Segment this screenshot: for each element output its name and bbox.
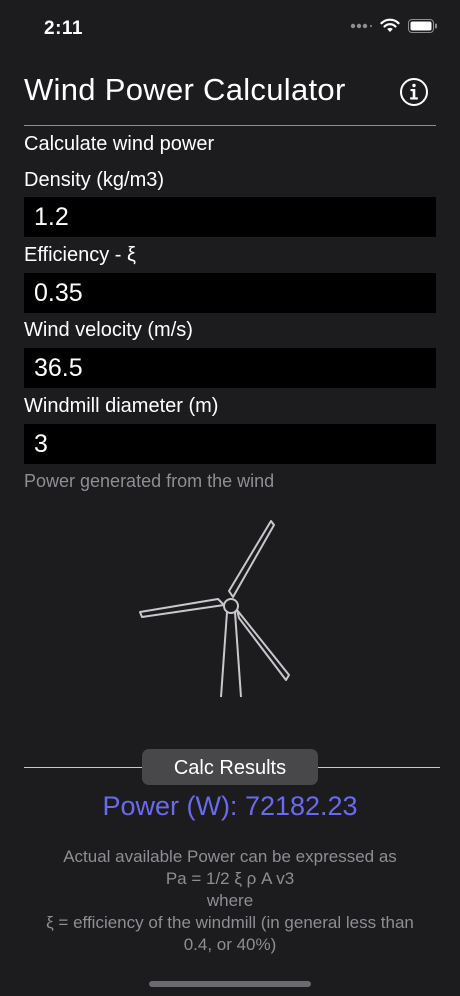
velocity-label: Wind velocity (m/s) — [24, 319, 193, 341]
status-time: 2:11 — [44, 18, 83, 39]
efficiency-label: Efficiency - ξ — [24, 244, 136, 266]
explanation-line: ξ = efficiency of the windmill (in gener… — [46, 913, 414, 954]
battery-icon — [408, 18, 437, 33]
status-bar: 2:11 — [0, 0, 460, 60]
velocity-field[interactable] — [24, 348, 436, 388]
power-result: Power (W): 72182.23 — [102, 791, 358, 821]
density-field[interactable] — [24, 197, 436, 237]
info-icon[interactable] — [399, 77, 429, 107]
efficiency-field[interactable] — [24, 273, 436, 313]
wifi-icon — [380, 18, 400, 32]
formula-line: Pa = 1/2 ξ ρ A v3 — [165, 869, 295, 888]
density-label: Density (kg/m3) — [24, 169, 165, 191]
explanation-text: Actual available Power can be expressed … — [30, 846, 430, 956]
header-divider — [24, 125, 436, 126]
calc-results-button[interactable]: Calc Results — [142, 749, 318, 785]
results-divider-right — [318, 767, 440, 768]
diameter-label: Windmill diameter (m) — [24, 395, 219, 417]
explanation-line: where — [206, 891, 254, 910]
page-title: Wind Power Calculator — [24, 72, 346, 107]
explanation-line: Actual available Power can be expressed … — [63, 847, 397, 866]
signal-dots-icon — [350, 23, 372, 28]
home-indicator[interactable] — [149, 981, 311, 987]
status-icons — [350, 18, 438, 33]
results-divider-left — [24, 767, 144, 768]
section-label: Calculate wind power — [24, 133, 215, 155]
power-caption: Power generated from the wind — [24, 471, 275, 491]
diameter-field[interactable] — [24, 424, 436, 464]
wind-turbine-icon — [139, 520, 290, 698]
